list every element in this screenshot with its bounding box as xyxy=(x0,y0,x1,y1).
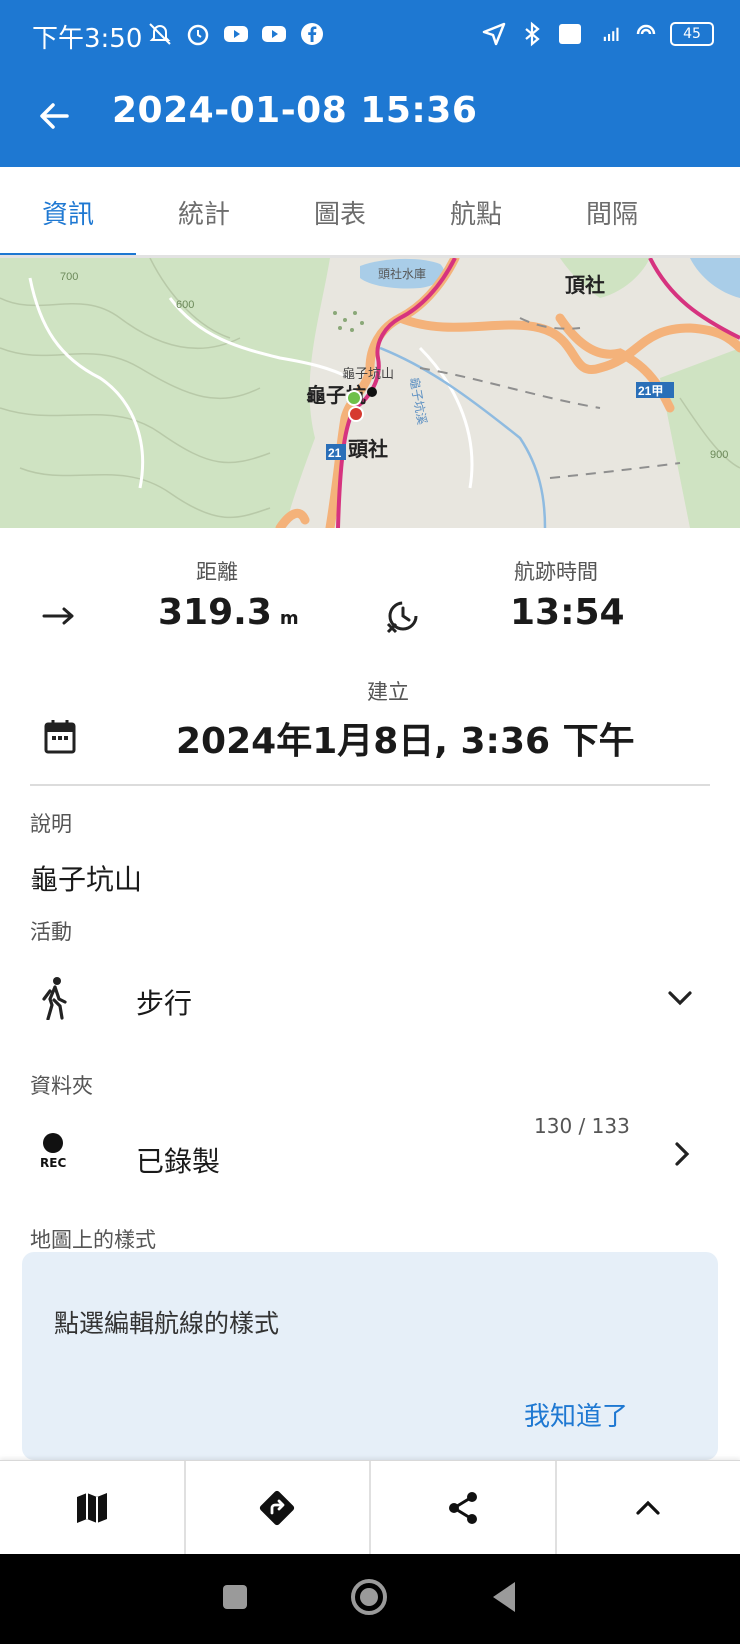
recents-button[interactable] xyxy=(221,1583,249,1615)
distance-unit: m xyxy=(279,608,299,629)
svg-text:頂社: 頂社 xyxy=(565,273,605,297)
share-button[interactable] xyxy=(371,1461,557,1555)
back-arrow-icon xyxy=(40,103,69,129)
svg-text:600: 600 xyxy=(176,299,194,311)
got-it-button[interactable]: 我知道了 xyxy=(524,1396,628,1433)
activity-label: 活動 xyxy=(30,920,72,944)
status-time: 下午3:50 xyxy=(32,24,143,54)
facebook-icon xyxy=(298,20,326,48)
svg-text:21甲: 21甲 xyxy=(638,384,663,398)
folder-label: 資料夾 xyxy=(30,1074,93,1098)
track-map[interactable]: 頂社 頭社 龜子坑山 龜子坑 頭社水庫 700 600 900 龜子坑溪 21 … xyxy=(0,258,740,528)
folder-row[interactable]: REC 已錄製 130 / 133 xyxy=(0,1110,740,1200)
volte-icon xyxy=(556,20,584,48)
navigate-button[interactable] xyxy=(186,1461,371,1555)
directions-icon xyxy=(260,1490,295,1526)
created-label: 建立 xyxy=(367,680,409,704)
hint-text: 點選編輯航線的樣式 xyxy=(54,1309,280,1338)
home-button[interactable] xyxy=(349,1577,389,1621)
tab-info[interactable]: 資訊 xyxy=(0,167,136,257)
svg-text:900: 900 xyxy=(710,449,728,461)
created-value: 2024年1月8日, 3:36 下午 xyxy=(176,721,635,762)
calendar-icon xyxy=(44,718,76,754)
chevron-up-icon xyxy=(636,1500,660,1515)
square-icon xyxy=(223,1585,247,1609)
chevron-down-icon[interactable] xyxy=(666,984,694,1016)
svg-text:頭社水庫: 頭社水庫 xyxy=(378,266,426,281)
section-divider xyxy=(30,784,710,786)
svg-text:700: 700 xyxy=(60,271,78,283)
chevron-right-icon[interactable] xyxy=(668,1140,696,1172)
distance-label: 距離 xyxy=(196,560,238,584)
walking-icon xyxy=(40,976,70,1024)
triangle-back-icon xyxy=(493,1582,515,1612)
youtube-icon xyxy=(222,20,250,48)
expand-button[interactable] xyxy=(557,1461,740,1555)
svg-text:21: 21 xyxy=(328,446,342,460)
share-icon xyxy=(448,1492,477,1524)
map-icon xyxy=(76,1493,107,1523)
folder-value: 已錄製 xyxy=(136,1145,221,1178)
tab-bar: 資訊 統計 圖表 航點 間隔 xyxy=(0,167,740,257)
battery-indicator: 45 xyxy=(670,22,714,46)
signal-5g-icon xyxy=(594,20,622,48)
description-label: 說明 xyxy=(30,812,72,836)
description-value[interactable]: 龜子坑山 xyxy=(30,858,142,898)
rec-icon: REC xyxy=(40,1132,76,1176)
track-time-value: 13:54 xyxy=(510,592,625,633)
rec-icon-text: REC xyxy=(40,1156,67,1170)
hotspot-icon xyxy=(632,20,660,48)
tab-charts[interactable]: 圖表 xyxy=(272,167,408,257)
svg-text:龜子坑山: 龜子坑山 xyxy=(342,366,394,381)
alarm-icon xyxy=(184,20,212,48)
distance-value: 319.3 xyxy=(158,592,272,633)
track-time-label: 航跡時間 xyxy=(514,560,598,584)
tab-waypoints[interactable]: 航點 xyxy=(408,167,544,257)
status-icons-left xyxy=(146,16,326,52)
folder-count: 130 / 133 xyxy=(534,1114,630,1138)
mute-icon xyxy=(146,20,174,48)
home-circle-icon xyxy=(351,1579,387,1615)
activity-row[interactable]: 步行 xyxy=(0,960,740,1040)
youtube-icon-2 xyxy=(260,20,288,48)
svg-text:頭社: 頭社 xyxy=(348,437,388,461)
distance-readout: 319.3 m xyxy=(158,592,299,633)
tab-intervals[interactable]: 間隔 xyxy=(544,167,680,257)
show-map-button[interactable] xyxy=(0,1461,186,1555)
location-arrow-icon xyxy=(480,20,508,48)
back-button[interactable] xyxy=(26,88,82,144)
distance-icon xyxy=(42,598,78,634)
activity-value: 步行 xyxy=(136,987,193,1020)
svg-text:龜子坑溪: 龜子坑溪 xyxy=(407,376,430,426)
back-nav-button[interactable] xyxy=(489,1580,519,1618)
map-style-label: 地圖上的樣式 xyxy=(30,1228,156,1252)
bottom-action-bar xyxy=(0,1460,740,1555)
bluetooth-icon xyxy=(518,20,546,48)
tab-statistics[interactable]: 統計 xyxy=(136,167,272,257)
status-icons-right: 45 xyxy=(480,16,714,52)
system-nav-bar xyxy=(0,1554,740,1644)
page-title: 2024-01-08 15:36 xyxy=(112,90,478,131)
track-time-icon xyxy=(382,596,422,636)
